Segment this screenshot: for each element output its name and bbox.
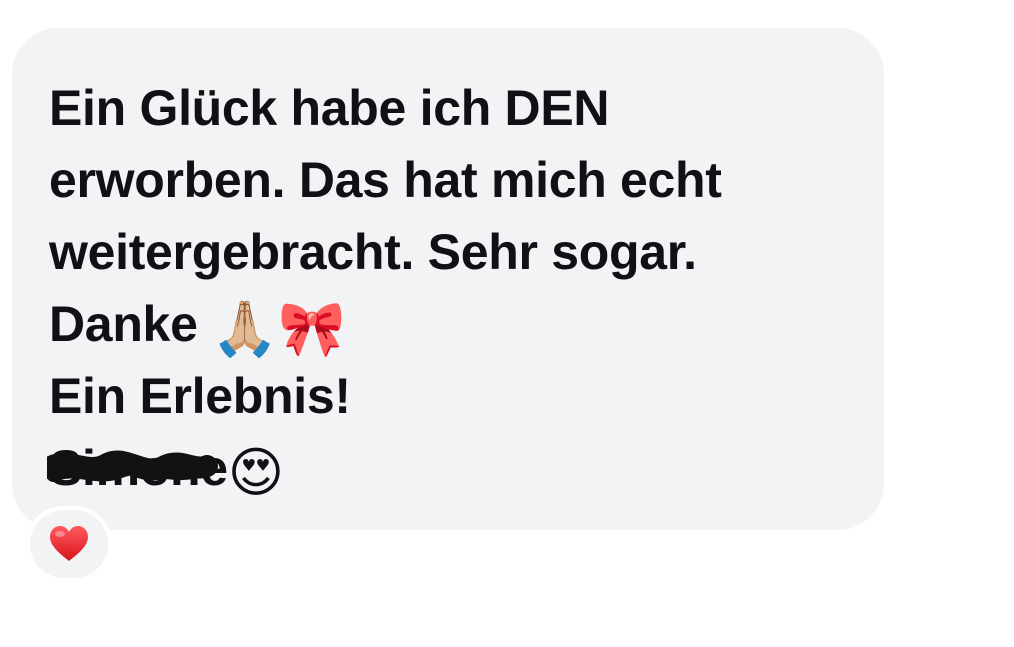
- message-line-4-text: Danke: [49, 296, 198, 352]
- message-text: Ein Glück habe ich DEN erworben. Das hat…: [47, 72, 854, 504]
- message-line-3: weitergebracht. Sehr sogar.: [49, 224, 697, 280]
- signature-text: Simone: [49, 440, 228, 496]
- message-line-1: Ein Glück habe ich DEN: [49, 80, 610, 136]
- chat-area: Ein Glück habe ich DEN erworben. Das hat…: [0, 0, 1014, 647]
- folded-hands-emoji: 🙏🏼: [211, 297, 279, 360]
- heart-eyes-emoji: 😍: [227, 441, 284, 504]
- heart-icon: [50, 526, 88, 561]
- signature: Simone: [47, 432, 228, 504]
- message-line-2: erworben. Das hat mich echt: [49, 152, 722, 208]
- message-line-6: Simone 😍: [47, 432, 854, 504]
- message-line-5: Ein Erlebnis!: [49, 368, 351, 424]
- message-bubble[interactable]: Ein Glück habe ich DEN erworben. Das hat…: [12, 28, 884, 530]
- reaction-badge[interactable]: [26, 506, 112, 582]
- message-line-4: Danke 🙏🏼🎀: [49, 288, 854, 360]
- ribbon-emoji: 🎀: [278, 297, 346, 360]
